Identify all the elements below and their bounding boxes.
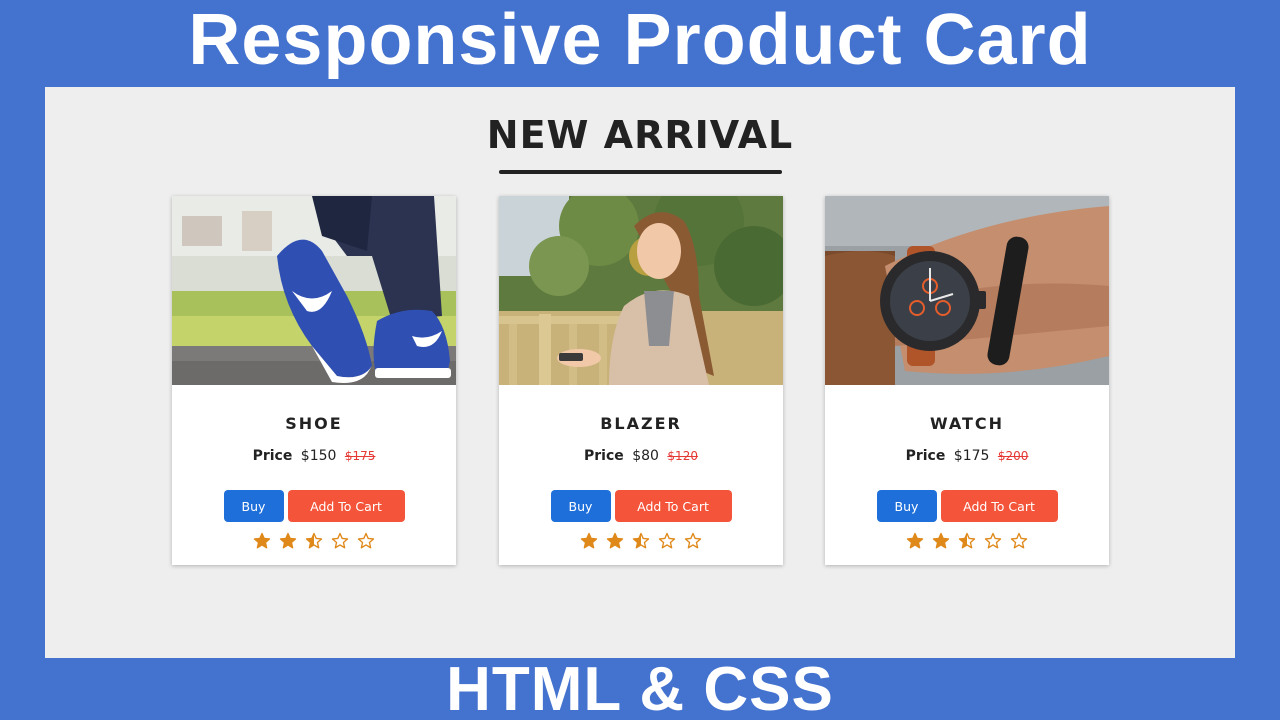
star-rating (172, 532, 456, 554)
product-card-watch: WATCH Price $175 $200 Buy Add To Cart (825, 196, 1109, 565)
price-label: Price (905, 448, 946, 464)
product-card-shoe: SHOE Price $150 $175 Buy Add To Cart (172, 196, 456, 565)
buy-button[interactable]: Buy (550, 490, 611, 522)
price-row: Price $175 $200 (825, 448, 1109, 464)
product-card-blazer: BLAZER Price $80 $120 Buy Add To Cart (499, 196, 783, 565)
woman-in-blazer-photo (499, 196, 783, 385)
star-empty-icon (357, 532, 375, 549)
star-empty-icon (1010, 532, 1028, 549)
heading-underline (499, 170, 782, 174)
blue-sneaker-photo (172, 196, 456, 385)
star-full-icon (580, 532, 598, 549)
product-name: WATCH (929, 414, 1005, 433)
add-to-cart-button[interactable]: Add To Cart (940, 490, 1058, 522)
star-empty-icon (984, 532, 1002, 549)
buy-button[interactable]: Buy (223, 490, 284, 522)
current-price: $150 (300, 448, 337, 464)
star-empty-icon (331, 532, 349, 549)
add-to-cart-button[interactable]: Add To Cart (614, 490, 732, 522)
star-half-icon (958, 532, 976, 549)
product-section: NEW ARRIVAL SHOE Price $150 $175 Buy Add… (45, 87, 1235, 658)
old-price: $175 (344, 449, 376, 463)
buy-button[interactable]: Buy (876, 490, 937, 522)
card-actions: Buy Add To Cart (499, 490, 783, 522)
old-price: $200 (997, 449, 1029, 463)
star-rating (825, 532, 1109, 554)
card-actions: Buy Add To Cart (172, 490, 456, 522)
old-price: $120 (667, 449, 698, 463)
product-image-watch (825, 196, 1109, 385)
price-label: Price (252, 448, 293, 464)
price-row: Price $80 $120 (499, 448, 783, 464)
star-empty-icon (684, 532, 702, 549)
star-full-icon (932, 532, 950, 549)
star-full-icon (253, 532, 271, 549)
wrist-watch-photo (825, 196, 1109, 385)
banner-top-title: Responsive Product Card (188, 0, 1092, 80)
product-image-shoe (172, 196, 456, 385)
product-name: SHOE (285, 414, 343, 433)
current-price: $80 (632, 448, 659, 464)
star-empty-icon (658, 532, 676, 549)
product-image-blazer (499, 196, 783, 385)
current-price: $175 (953, 448, 990, 464)
star-full-icon (606, 532, 624, 549)
add-to-cart-button[interactable]: Add To Cart (287, 490, 405, 522)
banner-bottom-title: HTML & CSS (446, 655, 834, 720)
star-rating (499, 532, 783, 554)
card-actions: Buy Add To Cart (825, 490, 1109, 522)
star-full-icon (279, 532, 297, 549)
star-full-icon (906, 532, 924, 549)
price-row: Price $150 $175 (172, 448, 456, 464)
price-label: Price (584, 448, 624, 464)
section-heading: NEW ARRIVAL (486, 113, 794, 157)
star-half-icon (632, 532, 650, 549)
product-name: BLAZER (600, 414, 682, 433)
star-half-icon (305, 532, 323, 549)
